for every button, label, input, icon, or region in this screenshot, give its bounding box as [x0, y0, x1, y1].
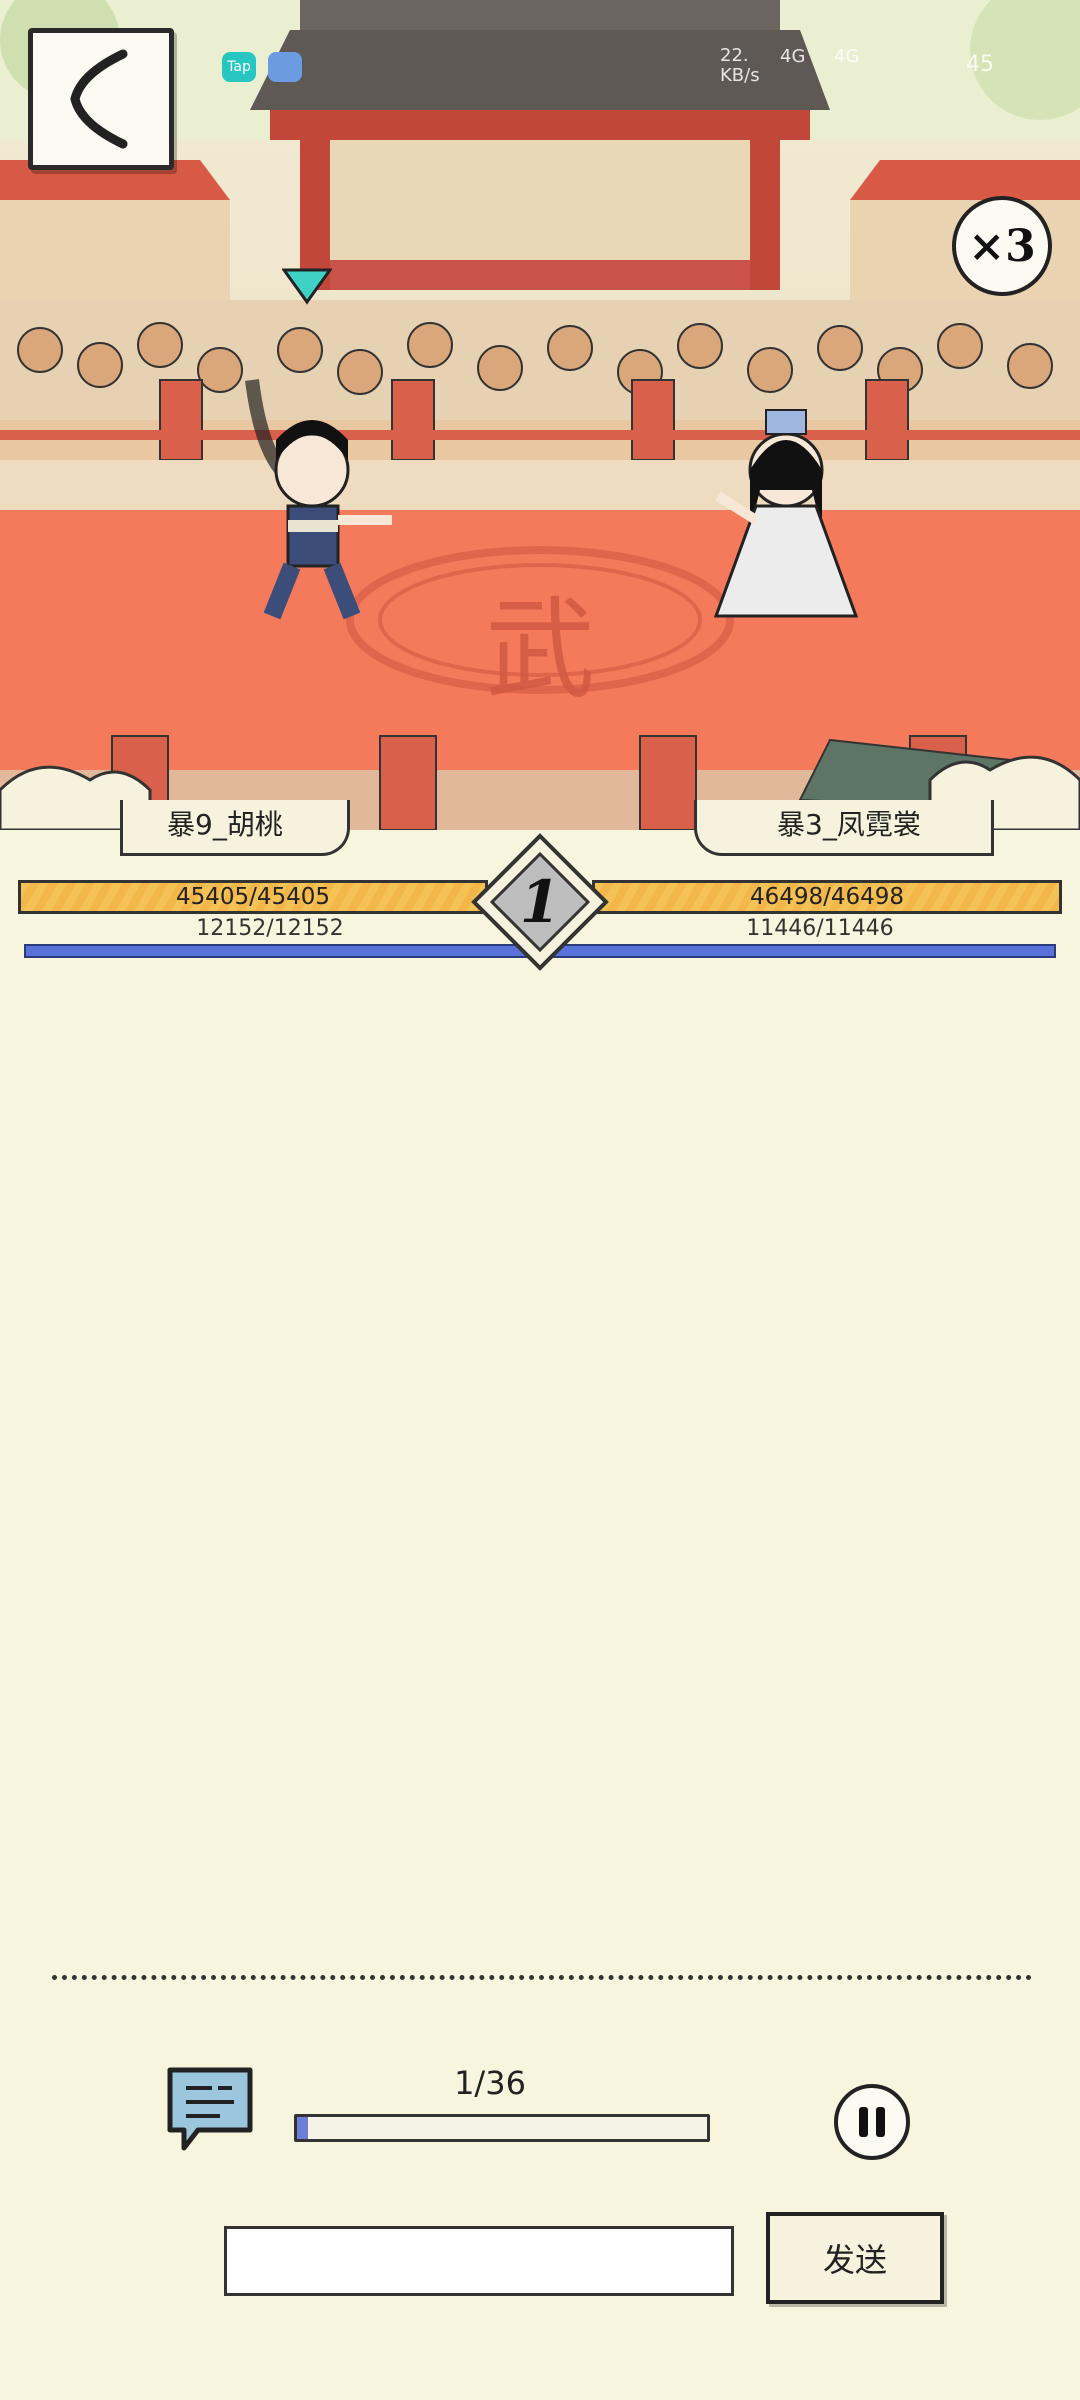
status-app-other	[268, 52, 302, 82]
right-fighter-hp-text: 46498/46498	[749, 884, 905, 910]
send-button-label: 发送	[822, 2241, 887, 2279]
status-battery: 45	[966, 52, 994, 77]
log-divider	[52, 1975, 1032, 1980]
chat-log-button[interactable]	[164, 2064, 256, 2154]
status-net-speed-unit: KB/s	[720, 65, 760, 86]
turn-indicator-icon	[282, 268, 332, 305]
right-fighter-sprite	[713, 409, 859, 618]
playback-progress-label: 1/36	[454, 2064, 526, 2102]
round-number: 1	[519, 868, 561, 936]
playback-progress-bar[interactable]	[294, 2114, 710, 2142]
left-fighter-hp-text: 45405/45405	[175, 884, 331, 910]
round-badge: 1	[470, 832, 610, 972]
status-net-speed-value: 22.	[720, 45, 749, 66]
left-fighter-name: 暴9_胡桃	[120, 800, 350, 856]
speed-label: ×3	[968, 220, 1036, 272]
speed-toggle-button[interactable]: ×3	[952, 196, 1052, 296]
right-fighter-name: 暴3_凤霓裳	[694, 800, 994, 856]
left-fighter-sprite	[245, 379, 392, 620]
status-network-1: 4G	[780, 46, 806, 67]
arena-emblem: 武	[485, 586, 595, 714]
right-fighter-mp-bar	[550, 944, 1056, 958]
status-network-2: 4G	[834, 46, 860, 67]
chat-bubble-icon	[167, 2067, 253, 2151]
playback-progress-fill	[297, 2117, 309, 2139]
status-app-tap: Tap	[222, 52, 256, 82]
chat-message-input[interactable]	[224, 2226, 734, 2296]
pause-icon-bar-right	[876, 2107, 885, 2137]
status-net-speed: 22. KB/s	[720, 46, 760, 86]
right-fighter-hp-bar: 46498/46498	[592, 880, 1062, 914]
right-fighter-mp-text: 11446/11446	[746, 916, 894, 941]
left-fighter-mp-text: 12152/12152	[196, 916, 344, 941]
send-button[interactable]: 发送	[766, 2212, 944, 2304]
battle-log-panel[interactable]	[0, 980, 1080, 1970]
pause-button[interactable]	[834, 2084, 910, 2160]
pause-icon-bar-left	[859, 2107, 868, 2137]
left-fighter-mp-bar	[24, 944, 534, 958]
back-button[interactable]	[28, 28, 174, 170]
left-fighter-hp-bar: 45405/45405	[18, 880, 488, 914]
battle-scene: 武 Tap 22. KB/s 4G 4G 45 ×3	[0, 0, 1080, 830]
chevron-left-icon	[70, 49, 128, 149]
